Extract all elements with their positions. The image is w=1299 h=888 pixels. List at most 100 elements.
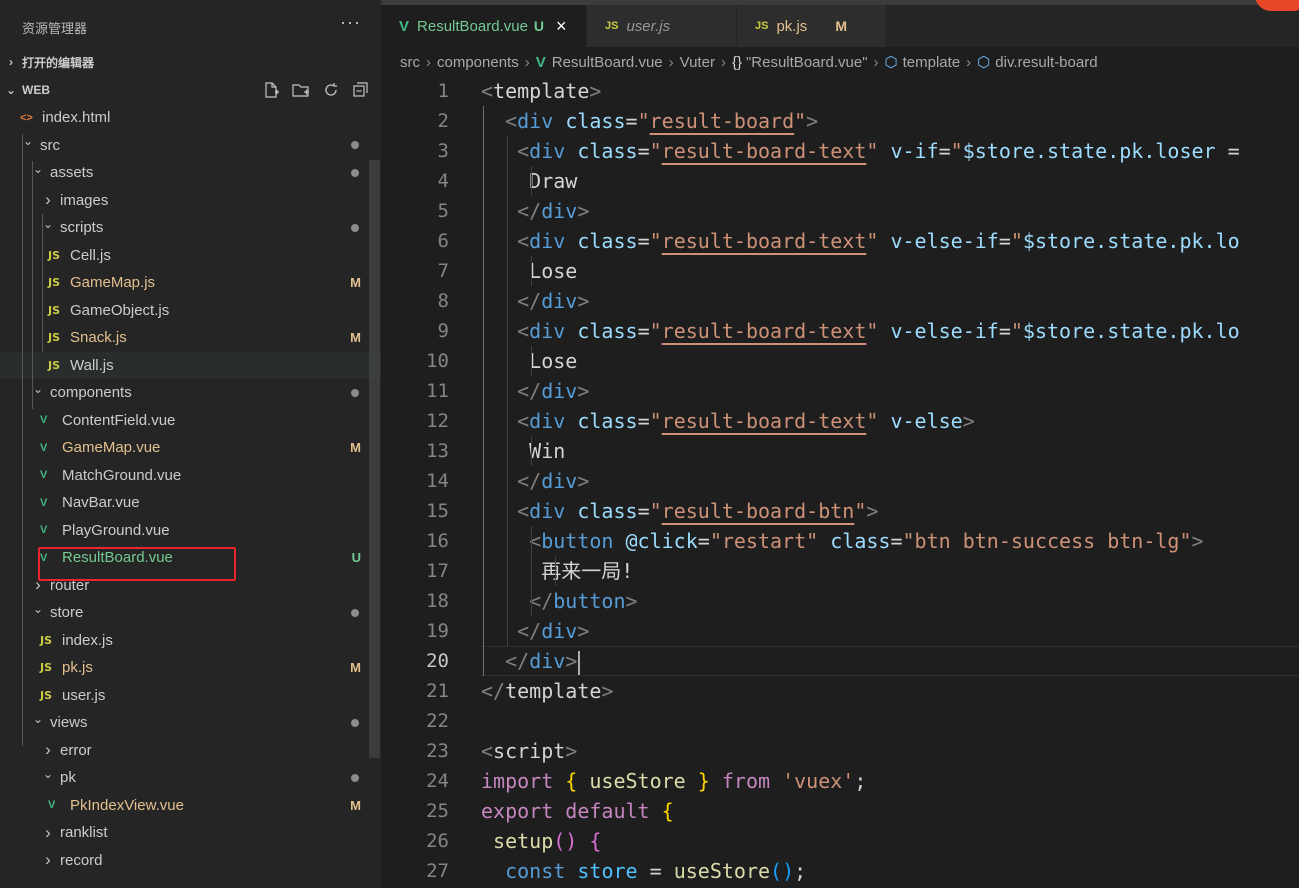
tree-item-pk[interactable]: ⌄ pk	[0, 764, 381, 792]
vscode-window: 资源管理器 ··· › 打开的编辑器 ⌄ WEB <> index.html ⌄…	[0, 0, 1299, 888]
tree-item-index-js[interactable]: JS index.js	[0, 627, 381, 655]
changes-dot-icon	[351, 141, 359, 150]
tree-item-gamemap-js[interactable]: JS GameMap.js M	[0, 269, 381, 297]
code-line[interactable]: 26 setup() {	[381, 826, 1299, 856]
breadcrumb-item[interactable]: components	[437, 54, 519, 71]
tree-item-index-html[interactable]: <> index.html	[0, 104, 381, 132]
code-token: "	[794, 109, 807, 133]
tree-item-wall-js[interactable]: JS Wall.js	[0, 351, 381, 379]
code-token: $store.state.pk.lo	[1022, 319, 1240, 343]
code-line[interactable]: 21 </template>	[381, 676, 1299, 706]
tree-item-error[interactable]: › error	[0, 737, 381, 765]
new-folder-icon[interactable]	[291, 80, 311, 100]
code-line[interactable]: 27 const store = useStore();	[381, 856, 1299, 886]
tree-item-router[interactable]: › router	[0, 572, 381, 600]
tree-item-pk-js[interactable]: JS pk.js M	[0, 654, 381, 682]
tree-item-pkindexview-vue[interactable]: V PkIndexView.vue M	[0, 792, 381, 820]
tree-item-record[interactable]: › record	[0, 847, 381, 875]
tree-item-contentfield-vue[interactable]: V ContentField.vue	[0, 407, 381, 435]
chevron-right-icon: ›	[45, 190, 51, 210]
tree-item-ranklist[interactable]: › ranklist	[0, 819, 381, 847]
code-text: <script>	[481, 736, 577, 766]
sidebar-scrollbar[interactable]	[369, 160, 380, 758]
code-line[interactable]: 19 </div>	[381, 616, 1299, 646]
code-token: <	[517, 139, 530, 163]
code-token: >	[577, 619, 590, 643]
more-actions-icon[interactable]: ···	[340, 12, 361, 33]
collapse-all-icon[interactable]	[351, 80, 371, 100]
tree-item-assets[interactable]: ⌄ assets	[0, 159, 381, 187]
close-icon[interactable]: ×	[556, 16, 567, 37]
breadcrumb-item[interactable]: template	[903, 54, 961, 71]
code-line[interactable]: 3 <div class="result-board-text" v-if="$…	[381, 136, 1299, 166]
line-number: 27	[426, 860, 449, 882]
tree-item-src[interactable]: ⌄ src	[0, 132, 381, 160]
tree-item-user-js[interactable]: JS user.js	[0, 682, 381, 710]
tree-item-views[interactable]: ⌄ views	[0, 709, 381, 737]
code-token: store	[577, 859, 638, 883]
new-file-icon[interactable]	[261, 80, 281, 100]
code-line[interactable]: 12 <div class="result-board-text" v-else…	[381, 406, 1299, 436]
line-number: 13	[426, 440, 449, 462]
code-line[interactable]: 25 export default {	[381, 796, 1299, 826]
code-line[interactable]: 7 Lose	[381, 256, 1299, 286]
code-line[interactable]: 11 </div>	[381, 376, 1299, 406]
tab-pk-js[interactable]: JS pk.js M	[737, 5, 887, 47]
refresh-icon[interactable]	[321, 80, 341, 100]
tree-item-store[interactable]: ⌄ store	[0, 599, 381, 627]
tree-item-cell-js[interactable]: JS Cell.js	[0, 242, 381, 270]
tab-user-js[interactable]: JS user.js	[587, 5, 737, 47]
breadcrumb-item[interactable]: Vuter	[680, 54, 715, 71]
tree-item-gameobject-js[interactable]: JS GameObject.js	[0, 297, 381, 325]
line-number: 17	[426, 560, 449, 582]
code-line[interactable]: 18 </button>	[381, 586, 1299, 616]
tree-item-resultboard-vue[interactable]: V ResultBoard.vue U	[0, 544, 381, 572]
code-line[interactable]: 6 <div class="result-board-text" v-else-…	[381, 226, 1299, 256]
code-line[interactable]: 14 </div>	[381, 466, 1299, 496]
breadcrumb-item[interactable]: ResultBoard.vue	[552, 54, 663, 71]
code-editor[interactable]: 1 <template> 2 <div class="result-board"> 3…	[381, 76, 1299, 888]
tree-item-images[interactable]: › images	[0, 187, 381, 215]
code-line[interactable]: 20 </div>	[381, 646, 1299, 676]
breadcrumb-item[interactable]: div.result-board	[995, 54, 1097, 71]
code-token: default	[565, 799, 650, 823]
code-line[interactable]: 5 </div>	[381, 196, 1299, 226]
code-line[interactable]: 1 <template>	[381, 76, 1299, 106]
code-line[interactable]: 9 <div class="result-board-text" v-else-…	[381, 316, 1299, 346]
workspace-section[interactable]: ⌄ WEB	[0, 76, 381, 104]
breadcrumb-item[interactable]: src	[400, 54, 420, 71]
breadcrumb-item[interactable]: "ResultBoard.vue"	[746, 54, 868, 71]
code-token: "	[866, 409, 879, 433]
code-token: =	[637, 229, 650, 253]
tab-resultboard-vue[interactable]: V ResultBoard.vue U ×	[381, 5, 587, 47]
tree-item-snack-js[interactable]: JS Snack.js M	[0, 324, 381, 352]
tree-item-navbar-vue[interactable]: V NavBar.vue	[0, 489, 381, 517]
code-line[interactable]: 2 <div class="result-board">	[381, 106, 1299, 136]
code-token: >	[601, 679, 614, 703]
code-line[interactable]: 23 <script>	[381, 736, 1299, 766]
tree-item-matchground-vue[interactable]: V MatchGround.vue	[0, 462, 381, 490]
indent-guide	[531, 526, 533, 616]
tree-item-playground-vue[interactable]: V PlayGround.vue	[0, 517, 381, 545]
code-line[interactable]: 13 Win	[381, 436, 1299, 466]
tree-item-scripts[interactable]: ⌄ scripts	[0, 214, 381, 242]
code-line[interactable]: 10 Lose	[381, 346, 1299, 376]
tree-item-components[interactable]: ⌄ components	[0, 379, 381, 407]
code-line[interactable]: 8 </div>	[381, 286, 1299, 316]
tree-item-gamemap-vue[interactable]: V GameMap.vue M	[0, 434, 381, 462]
code-token: =	[998, 229, 1011, 253]
code-line[interactable]: 16 <button @click="restart" class="btn b…	[381, 526, 1299, 556]
code-token: =	[637, 319, 650, 343]
chevron-right-icon: ›	[45, 822, 51, 842]
chevron-down-icon: ⌄	[5, 83, 17, 97]
code-line[interactable]: 22	[381, 706, 1299, 736]
code-token: </	[517, 289, 542, 313]
code-line[interactable]: 4 Draw	[381, 166, 1299, 196]
code-line[interactable]: 15 <div class="result-board-btn">	[381, 496, 1299, 526]
corner-badge	[1255, 0, 1299, 11]
code-line[interactable]: 17 再来一局!	[381, 556, 1299, 586]
open-editors-section[interactable]: › 打开的编辑器	[0, 48, 381, 76]
code-token: "	[950, 139, 963, 163]
code-line[interactable]: 24 import { useStore } from 'vuex';	[381, 766, 1299, 796]
